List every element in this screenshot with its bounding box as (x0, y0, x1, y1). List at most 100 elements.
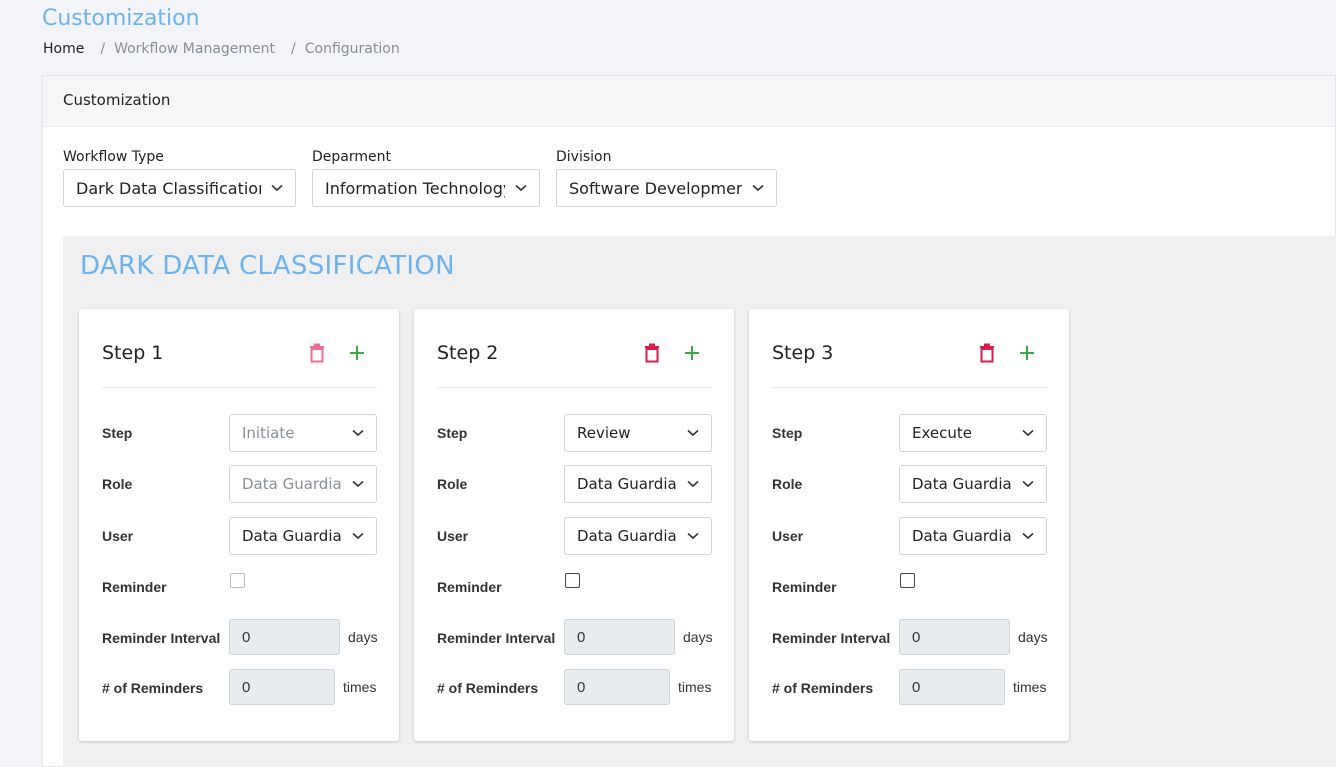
step-header: Step 3 (772, 309, 1047, 388)
chevron-down-icon (515, 184, 527, 192)
num-reminders-row: # of Reminders 0 times (437, 669, 712, 707)
reminder-interval-input[interactable]: 0 (229, 619, 340, 655)
department-label: Deparment (312, 149, 391, 165)
breadcrumb-home[interactable]: Home (43, 41, 84, 57)
card-header: Customization (43, 76, 1335, 127)
reminder-interval-row: Reminder Interval 0 days (437, 619, 713, 657)
user-row: User Data Guardiar (102, 517, 377, 555)
reminder-checkbox[interactable] (230, 573, 245, 588)
step-header: Step 2 (437, 309, 712, 388)
chevron-down-icon (352, 532, 364, 540)
user-select-value: Data Guardiar (577, 527, 677, 545)
step-title: Step 3 (772, 342, 834, 364)
reminder-interval-input[interactable]: 0 (899, 619, 1010, 655)
role-select-value: Data Guardiar (577, 475, 677, 493)
num-reminders-label: # of Reminders (437, 680, 539, 696)
user-row: User Data Guardiar (437, 517, 712, 555)
trash-icon[interactable] (308, 343, 326, 363)
workflow-type-select[interactable]: Dark Data Classification (63, 169, 296, 207)
step-row: Step Initiate (102, 414, 377, 452)
division-label: Division (556, 149, 612, 165)
num-reminders-row: # of Reminders 0 times (102, 669, 377, 707)
role-select-value: Data Guardiar (242, 475, 342, 493)
reminder-checkbox[interactable] (565, 573, 580, 588)
days-unit: days (348, 629, 378, 645)
num-reminders-label: # of Reminders (102, 680, 204, 696)
reminder-checkbox[interactable] (900, 573, 915, 588)
user-label: User (437, 528, 469, 544)
plus-icon[interactable] (348, 343, 366, 363)
num-reminders-input[interactable]: 0 (229, 669, 335, 705)
breadcrumb-workflow-management[interactable]: Workflow Management (114, 41, 275, 57)
reminder-interval-row: Reminder Interval 0 days (772, 619, 1048, 657)
chevron-down-icon (687, 532, 699, 540)
step-header: Step 1 (102, 309, 377, 388)
step-select[interactable]: Initiate (229, 414, 377, 452)
department-filter: Deparment Information Technology (312, 149, 540, 207)
role-select[interactable]: Data Guardiar (229, 465, 377, 503)
step-card-3: Step 3 Step Execute Role Data Guardiar U… (749, 309, 1069, 741)
trash-icon[interactable] (978, 343, 996, 363)
days-unit: days (1018, 629, 1048, 645)
step-select-value: Initiate (242, 424, 295, 442)
chevron-down-icon (687, 429, 699, 437)
workflow-type-filter: Workflow Type Dark Data Classification (63, 149, 296, 207)
customization-card: Customization Workflow Type Dark Data Cl… (42, 75, 1336, 767)
step-select[interactable]: Execute (899, 414, 1047, 452)
plus-icon[interactable] (683, 343, 701, 363)
step-row: Step Execute (772, 414, 1047, 452)
role-label: Role (437, 476, 468, 492)
chevron-down-icon (1022, 429, 1034, 437)
workflow-panel: DARK DATA CLASSIFICATION Step 1 Step Ini… (63, 236, 1336, 767)
department-select[interactable]: Information Technology (312, 169, 540, 207)
num-reminders-input[interactable]: 0 (564, 669, 670, 705)
step-title: Step 1 (102, 342, 164, 364)
user-select-value: Data Guardiar (242, 527, 342, 545)
chevron-down-icon (271, 184, 283, 192)
chevron-down-icon (352, 429, 364, 437)
role-row: Role Data Guardiar (772, 465, 1047, 503)
department-value: Information Technology (325, 178, 505, 198)
workflow-type-value: Dark Data Classification (76, 178, 261, 198)
times-unit: times (1013, 679, 1047, 695)
division-select[interactable]: Software Development (556, 169, 777, 207)
page-title: Customization (42, 6, 200, 31)
role-select[interactable]: Data Guardiar (899, 465, 1047, 503)
breadcrumb: Home / Workflow Management / Configurati… (43, 41, 400, 57)
role-label: Role (102, 476, 133, 492)
division-filter: Division Software Development (556, 149, 777, 207)
breadcrumb-configuration: Configuration (304, 41, 400, 57)
workflow-type-label: Workflow Type (63, 149, 164, 165)
reminder-interval-input[interactable]: 0 (564, 619, 675, 655)
plus-icon[interactable] (1018, 343, 1036, 363)
user-label: User (772, 528, 804, 544)
user-label: User (102, 528, 134, 544)
reminder-row: Reminder (437, 568, 712, 606)
reminder-label: Reminder (102, 579, 167, 595)
step-title: Step 2 (437, 342, 499, 364)
breadcrumb-separator: / (291, 41, 296, 57)
reminder-label: Reminder (772, 579, 837, 595)
user-select[interactable]: Data Guardiar (564, 517, 712, 555)
user-select[interactable]: Data Guardiar (229, 517, 377, 555)
trash-icon[interactable] (643, 343, 661, 363)
breadcrumb-separator: / (100, 41, 106, 57)
step-card-2: Step 2 Step Review Role Data Guardiar Us… (414, 309, 734, 741)
user-select[interactable]: Data Guardiar (899, 517, 1047, 555)
workflow-title: DARK DATA CLASSIFICATION (80, 251, 455, 281)
step-label: Step (772, 425, 803, 441)
times-unit: times (678, 679, 712, 695)
user-select-value: Data Guardiar (912, 527, 1012, 545)
chevron-down-icon (687, 480, 699, 488)
role-select[interactable]: Data Guardiar (564, 465, 712, 503)
reminder-label: Reminder (437, 579, 502, 595)
role-label: Role (772, 476, 803, 492)
user-row: User Data Guardiar (772, 517, 1047, 555)
division-value: Software Development (569, 178, 742, 198)
reminder-interval-label: Reminder Interval (437, 630, 556, 646)
num-reminders-input[interactable]: 0 (899, 669, 1005, 705)
reminder-interval-label: Reminder Interval (102, 630, 221, 646)
chevron-down-icon (1022, 480, 1034, 488)
step-select[interactable]: Review (564, 414, 712, 452)
days-unit: days (683, 629, 713, 645)
